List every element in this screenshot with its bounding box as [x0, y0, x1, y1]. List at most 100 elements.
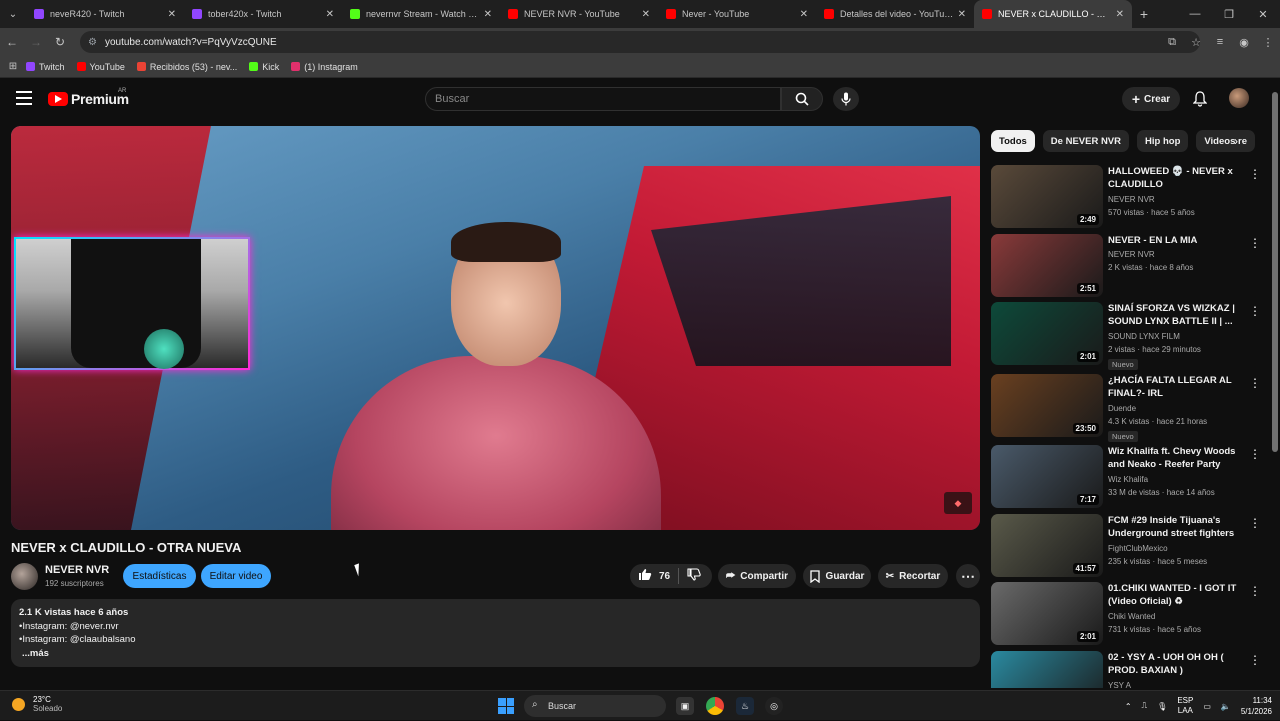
- guide-menu-icon[interactable]: [16, 91, 32, 105]
- steam-icon[interactable]: ♨: [736, 697, 754, 715]
- share-button[interactable]: ⮫ Compartir: [718, 564, 796, 588]
- close-tab-icon[interactable]: ✕: [484, 9, 492, 20]
- video-thumbnail[interactable]: 2:01: [991, 582, 1103, 645]
- tab-search-icon[interactable]: ⌄: [4, 5, 22, 23]
- related-video-item[interactable]: 41:57 FCM #29 Inside Tijuana's Undergroun…: [991, 514, 1261, 578]
- taskbar-search[interactable]: ⌕ Buscar: [524, 695, 666, 717]
- related-video-item[interactable]: 2:49 HALLOWEED 💀 - NEVER x CLAUDILLO NEVER…: [991, 165, 1261, 229]
- video-thumbnail[interactable]: 41:57: [991, 514, 1103, 577]
- close-tab-icon[interactable]: ✕: [168, 9, 176, 20]
- clock[interactable]: 11:34 5/1/2026: [1241, 695, 1272, 717]
- video-thumbnail[interactable]: 23:50: [991, 374, 1103, 437]
- url-field[interactable]: ⚙ youtube.com/watch?v=PqVyVzcQUNE: [80, 31, 1200, 53]
- install-app-icon[interactable]: ⧉: [1160, 36, 1184, 49]
- tray-chevron-icon[interactable]: ⌃: [1125, 702, 1132, 711]
- like-button[interactable]: [638, 568, 652, 584]
- browser-tab[interactable]: NEVER x CLAUDILLO - OTRA NUEVA ✕: [974, 0, 1132, 28]
- channel-name[interactable]: NEVER NVR: [45, 564, 109, 576]
- save-button[interactable]: Guardar: [803, 564, 871, 588]
- more-options-icon[interactable]: ⋮: [1249, 304, 1261, 318]
- close-window-icon[interactable]: ✕: [1246, 8, 1280, 21]
- filter-chip[interactable]: Hip hop: [1137, 130, 1189, 152]
- show-more-link[interactable]: ...más: [19, 647, 972, 661]
- related-video-item[interactable]: 2:01 01.CHIKI WANTED - I GOT IT (Video Of…: [991, 582, 1261, 646]
- close-tab-icon[interactable]: ✕: [800, 9, 808, 20]
- microphone-tray-icon[interactable]: 🎙: [1157, 702, 1167, 711]
- browser-tab[interactable]: NEVER NVR - YouTube ✕: [500, 0, 658, 28]
- display-icon[interactable]: ▭: [1203, 702, 1211, 711]
- video-thumbnail[interactable]: 2:01: [991, 302, 1103, 365]
- filter-chip[interactable]: Todos: [991, 130, 1035, 152]
- chrome-icon[interactable]: [706, 697, 724, 715]
- weather-widget[interactable]: 23°C Soleado: [12, 695, 62, 713]
- edit-video-button[interactable]: Editar video: [201, 564, 271, 588]
- browser-tab[interactable]: tober420x - Twitch ✕: [184, 0, 342, 28]
- language-indicator[interactable]: ESP LAA: [1177, 696, 1193, 716]
- chevron-right-icon[interactable]: ›: [1234, 134, 1238, 148]
- search-button[interactable]: [781, 87, 823, 111]
- media-icon[interactable]: ≡: [1208, 36, 1232, 48]
- clip-button[interactable]: ✂ Recortar: [878, 564, 948, 588]
- network-icon[interactable]: ⎍: [1142, 701, 1148, 711]
- back-icon[interactable]: ←: [0, 35, 24, 49]
- filter-chip[interactable]: De NEVER NVR: [1042, 130, 1130, 152]
- notifications-button[interactable]: [1190, 89, 1210, 109]
- forward-icon[interactable]: →: [24, 35, 48, 49]
- browser-tab[interactable]: Never - YouTube ✕: [658, 0, 816, 28]
- page-scrollbar[interactable]: [1270, 80, 1280, 688]
- related-video-item[interactable]: 2:01 SINAÍ SFORZA VS WIZKAZ | SOUND LYNX …: [991, 302, 1261, 370]
- filter-chip[interactable]: Videos re: [1196, 130, 1255, 152]
- related-video-item[interactable]: 7:17 Wiz Khalifa ft. Chevy Woods and Neak…: [991, 445, 1261, 509]
- close-tab-icon[interactable]: ✕: [958, 9, 966, 20]
- account-avatar[interactable]: [1229, 88, 1249, 108]
- bookmark-item[interactable]: YouTube: [76, 62, 125, 72]
- task-view-icon[interactable]: ▣: [676, 697, 694, 715]
- stats-button[interactable]: Estadísticas: [123, 564, 196, 588]
- dislike-button[interactable]: [687, 568, 701, 584]
- more-actions-icon[interactable]: ⋯: [956, 564, 980, 588]
- description-box[interactable]: 2.1 K vistas hace 6 años •Instagram: @ne…: [11, 599, 980, 667]
- site-info-icon[interactable]: ⚙: [88, 37, 97, 48]
- tab-title: tober420x - Twitch: [208, 9, 282, 19]
- video-thumbnail[interactable]: 2:51: [991, 234, 1103, 297]
- more-options-icon[interactable]: ⋮: [1249, 516, 1261, 530]
- bookmark-star-icon[interactable]: ☆: [1184, 36, 1208, 49]
- windows-start-icon[interactable]: [498, 698, 514, 714]
- close-tab-icon[interactable]: ✕: [1116, 9, 1124, 20]
- close-tab-icon[interactable]: ✕: [326, 9, 334, 20]
- video-thumbnail[interactable]: 7:17: [991, 445, 1103, 508]
- browser-tab[interactable]: nevernvr Stream - Watch Live on Kick ✕: [342, 0, 500, 28]
- more-options-icon[interactable]: ⋮: [1249, 584, 1261, 598]
- bookmark-item[interactable]: Recibidos (53) - nev...: [136, 62, 237, 72]
- profile-icon[interactable]: ◉: [1232, 36, 1256, 49]
- more-options-icon[interactable]: ⋮: [1249, 236, 1261, 250]
- browser-tab[interactable]: Detalles del video - YouTube Studio ✕: [816, 0, 974, 28]
- channel-watermark-icon[interactable]: ◆: [944, 492, 972, 514]
- video-thumbnail[interactable]: 2:49: [991, 165, 1103, 228]
- close-tab-icon[interactable]: ✕: [642, 9, 650, 20]
- related-video-item[interactable]: 2:51 NEVER - EN LA MIA NEVER NVR 2 K vistas…: [991, 234, 1261, 298]
- browser-tab[interactable]: neveR420 - Twitch ✕: [26, 0, 184, 28]
- bookmark-item[interactable]: Kick: [249, 62, 279, 72]
- youtube-premium-logo[interactable]: Premium AR: [48, 88, 129, 107]
- more-options-icon[interactable]: ⋮: [1249, 447, 1261, 461]
- bookmark-item[interactable]: Twitch: [26, 62, 65, 72]
- voice-search-button[interactable]: [833, 87, 859, 111]
- steam-alt-icon[interactable]: ◎: [765, 697, 783, 715]
- related-video-item[interactable]: 23:50 ¿HACÍA FALTA LLEGAR AL FINAL?- IRL D…: [991, 374, 1261, 442]
- video-player[interactable]: ◆: [11, 126, 980, 530]
- more-options-icon[interactable]: ⋮: [1249, 376, 1261, 390]
- bookmark-item[interactable]: (1) Instagram: [291, 62, 358, 72]
- more-options-icon[interactable]: ⋮: [1249, 167, 1261, 181]
- browser-menu-icon[interactable]: ⋮: [1256, 36, 1280, 49]
- volume-icon[interactable]: 🔈: [1221, 702, 1231, 711]
- search-input[interactable]: Buscar: [425, 87, 781, 111]
- channel-avatar[interactable]: [11, 563, 38, 590]
- apps-grid-icon[interactable]: ⊞: [0, 61, 26, 72]
- create-button[interactable]: + Crear: [1122, 87, 1180, 111]
- new-tab-icon[interactable]: +: [1132, 6, 1156, 22]
- more-options-icon[interactable]: ⋮: [1249, 653, 1261, 667]
- minimize-icon[interactable]: —: [1178, 8, 1212, 20]
- reload-icon[interactable]: ↻: [48, 35, 72, 49]
- maximize-icon[interactable]: ❐: [1212, 8, 1246, 21]
